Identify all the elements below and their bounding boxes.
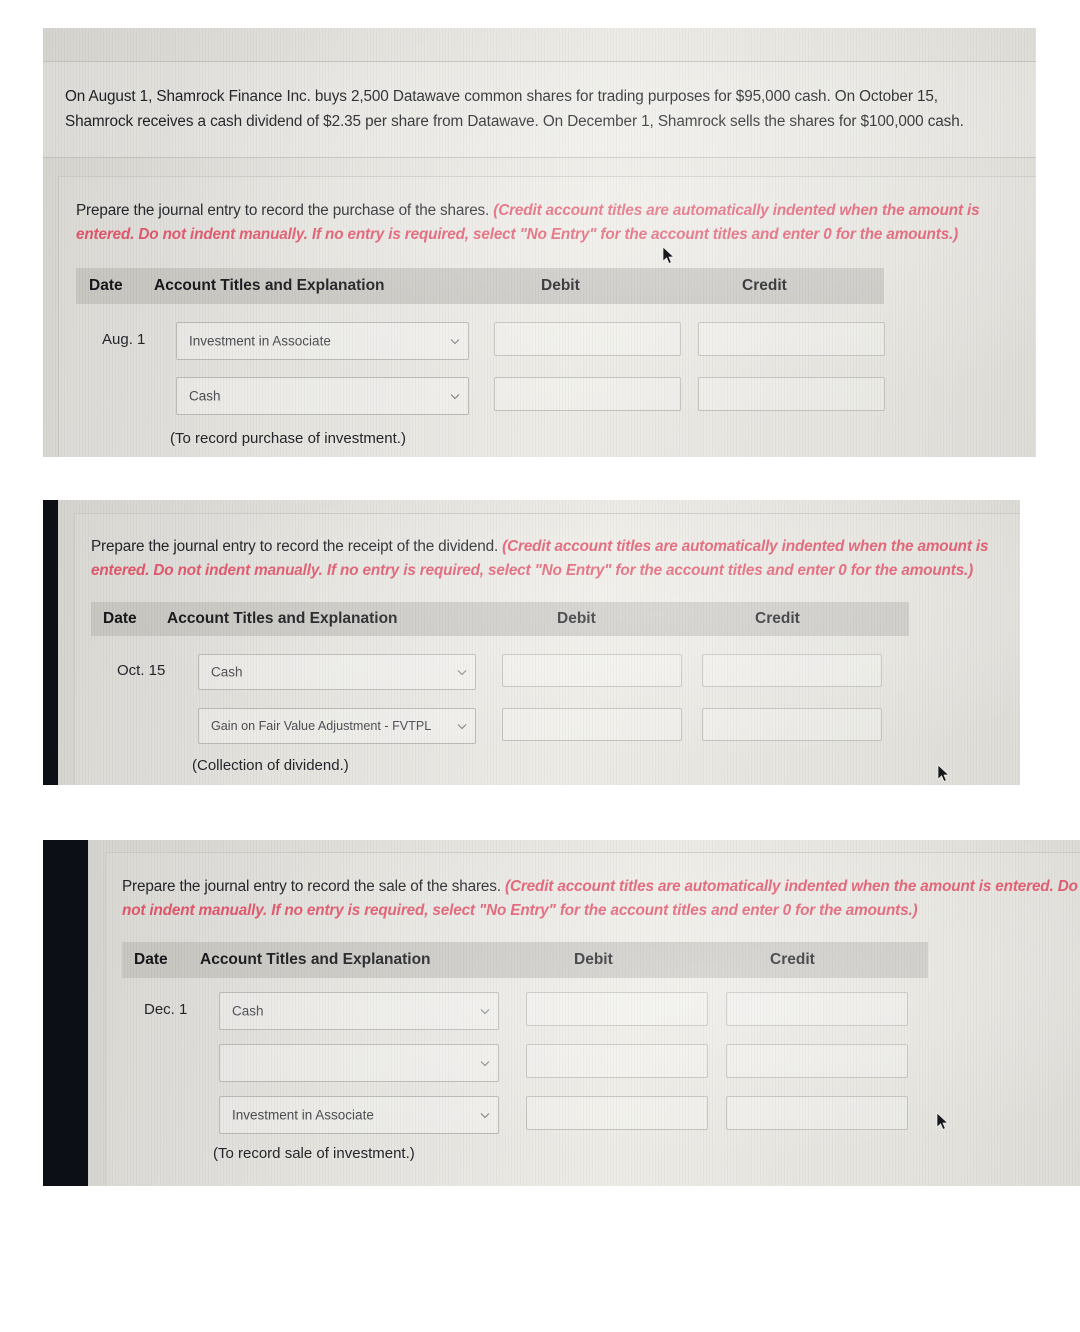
entry-memo-sale: (To record sale of investment.) bbox=[213, 1145, 415, 1162]
journal-row: Cash bbox=[59, 377, 1036, 415]
entry-memo-purchase: (To record purchase of investment.) bbox=[170, 430, 406, 447]
journal-table-dividend: Date Account Titles and Explanation Debi… bbox=[75, 514, 1020, 785]
account-select-label: Cash bbox=[211, 664, 243, 680]
account-select-label: Cash bbox=[189, 388, 221, 404]
account-select[interactable]: Investment in Associate bbox=[219, 1096, 499, 1134]
debit-input[interactable] bbox=[502, 708, 682, 741]
account-select[interactable]: Investment in Associate bbox=[176, 322, 469, 360]
column-header-debit: Debit bbox=[541, 277, 580, 294]
account-select[interactable]: Cash bbox=[219, 992, 499, 1030]
journal-row: Gain on Fair Value Adjustment - FVTPL bbox=[75, 708, 1020, 744]
chevron-down-icon bbox=[457, 668, 467, 677]
credit-input[interactable] bbox=[726, 1096, 908, 1130]
column-header-date: Date bbox=[89, 277, 123, 294]
screen-bezel bbox=[43, 500, 58, 785]
chevron-down-icon bbox=[450, 392, 460, 401]
debit-input[interactable] bbox=[494, 377, 681, 411]
journal-row: Aug. 1 Investment in Associate bbox=[59, 322, 1036, 360]
debit-input[interactable] bbox=[526, 1044, 708, 1078]
debit-input[interactable] bbox=[502, 654, 682, 687]
column-header-credit: Credit bbox=[770, 951, 815, 968]
journal-entry-card-sale: Prepare the journal entry to record the … bbox=[105, 852, 1080, 1186]
credit-input[interactable] bbox=[702, 708, 882, 741]
column-header-debit: Debit bbox=[574, 951, 613, 968]
column-header-date: Date bbox=[134, 951, 168, 968]
screen-bezel bbox=[43, 840, 88, 1186]
debit-input[interactable] bbox=[526, 992, 708, 1026]
credit-input[interactable] bbox=[726, 992, 908, 1026]
journal-table-purchase: Date Account Titles and Explanation Debi… bbox=[59, 177, 1036, 457]
credit-input[interactable] bbox=[698, 322, 885, 356]
problem-statement-text: On August 1, Shamrock Finance Inc. buys … bbox=[65, 88, 964, 130]
column-header-account: Account Titles and Explanation bbox=[167, 610, 398, 627]
column-header-credit: Credit bbox=[755, 610, 800, 627]
entry-memo-dividend: (Collection of dividend.) bbox=[192, 757, 349, 774]
credit-input[interactable] bbox=[698, 377, 885, 411]
account-select-label: Investment in Associate bbox=[232, 1107, 374, 1123]
screenshot-panel-sale: Prepare the journal entry to record the … bbox=[43, 840, 1080, 1186]
account-select-label: Gain on Fair Value Adjustment - FVTPL bbox=[211, 719, 432, 733]
journal-table-header: Date Account Titles and Explanation Debi… bbox=[91, 602, 909, 636]
journal-table-header: Date Account Titles and Explanation Debi… bbox=[122, 942, 928, 978]
journal-row bbox=[106, 1044, 1080, 1082]
debit-input[interactable] bbox=[494, 322, 681, 356]
column-header-account: Account Titles and Explanation bbox=[200, 951, 431, 968]
credit-input[interactable] bbox=[702, 654, 882, 687]
journal-row: Investment in Associate bbox=[106, 1096, 1080, 1134]
journal-entry-card-dividend: Prepare the journal entry to record the … bbox=[74, 513, 1020, 785]
entry-date-purchase: Aug. 1 bbox=[102, 331, 146, 348]
account-select[interactable]: Gain on Fair Value Adjustment - FVTPL bbox=[198, 708, 476, 744]
column-header-account: Account Titles and Explanation bbox=[154, 277, 385, 294]
chevron-down-icon bbox=[457, 722, 467, 731]
account-select-label: Cash bbox=[232, 1003, 264, 1019]
journal-row: Oct. 15 Cash bbox=[75, 654, 1020, 690]
journal-row: Dec. 1 Cash bbox=[106, 992, 1080, 1030]
account-select[interactable]: Cash bbox=[198, 654, 476, 690]
entry-date-sale: Dec. 1 bbox=[144, 1001, 188, 1018]
problem-statement-box: On August 1, Shamrock Finance Inc. buys … bbox=[43, 61, 1036, 158]
chevron-down-icon bbox=[480, 1007, 490, 1016]
chevron-down-icon bbox=[480, 1111, 490, 1120]
screenshot-panel-purchase: On August 1, Shamrock Finance Inc. buys … bbox=[43, 28, 1036, 457]
chevron-down-icon bbox=[480, 1059, 490, 1068]
column-header-debit: Debit bbox=[557, 610, 596, 627]
entry-date-dividend: Oct. 15 bbox=[117, 662, 166, 679]
screenshot-panel-dividend: Prepare the journal entry to record the … bbox=[43, 500, 1020, 785]
chevron-down-icon bbox=[450, 337, 460, 346]
debit-input[interactable] bbox=[526, 1096, 708, 1130]
account-select[interactable] bbox=[219, 1044, 499, 1082]
account-select[interactable]: Cash bbox=[176, 377, 469, 415]
journal-table-header: Date Account Titles and Explanation Debi… bbox=[76, 268, 884, 304]
journal-entry-card-purchase: Prepare the journal entry to record the … bbox=[58, 176, 1036, 457]
journal-table-sale: Date Account Titles and Explanation Debi… bbox=[106, 853, 1080, 1186]
credit-input[interactable] bbox=[726, 1044, 908, 1078]
account-select-label: Investment in Associate bbox=[189, 333, 331, 349]
column-header-credit: Credit bbox=[742, 277, 787, 294]
column-header-date: Date bbox=[103, 610, 137, 627]
